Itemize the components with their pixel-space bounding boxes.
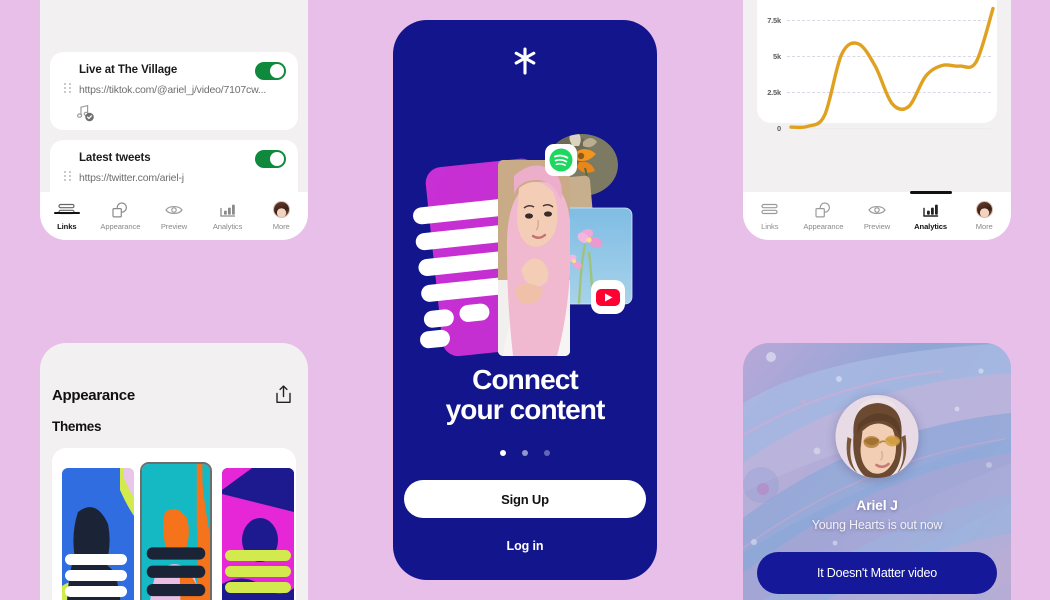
asterisk-logo-icon <box>512 46 538 76</box>
link-toggle[interactable] <box>255 150 286 168</box>
bar-chart-icon <box>922 201 939 218</box>
carousel-dot[interactable] <box>522 450 528 456</box>
clicks-series-path <box>789 6 995 130</box>
page-title: Appearance <box>52 387 135 404</box>
onboarding-phone-panel: Connect your content Sign Up Log in <box>393 20 657 580</box>
tab-more[interactable]: More <box>254 192 308 231</box>
hero-illustration <box>393 80 657 360</box>
sign-up-button[interactable]: Sign Up <box>404 480 646 518</box>
tab-analytics[interactable]: Analytics <box>201 192 255 231</box>
tab-label: Preview <box>160 222 188 231</box>
log-in-link[interactable]: Log in <box>393 539 657 553</box>
carousel-dots[interactable] <box>500 450 550 456</box>
avatar <box>835 395 919 478</box>
spotify-badge <box>545 144 577 176</box>
youtube-badge <box>591 280 625 314</box>
profile-tagline: Young Hearts is out now <box>811 518 943 532</box>
carousel-dot-active[interactable] <box>500 450 506 456</box>
appearance-phone-panel: Appearance Themes <box>40 343 308 600</box>
link-url: https://twitter.com/ariel-j <box>79 172 184 184</box>
tab-label: Appearance <box>803 222 844 231</box>
appearance-icon <box>815 201 832 218</box>
tab-appearance[interactable]: Appearance <box>797 192 851 231</box>
headline-line-2: your content <box>445 394 606 426</box>
link-card[interactable]: Live at The Village https://tiktok.com/@… <box>50 52 298 130</box>
share-icon[interactable] <box>275 385 292 404</box>
links-icon <box>761 201 778 218</box>
theme-option-selected[interactable] <box>140 462 212 600</box>
link-toggle[interactable] <box>255 62 286 80</box>
themes-card <box>52 448 296 600</box>
page-title: Connect your content <box>393 364 657 426</box>
active-tab-indicator <box>53 212 80 214</box>
avatar-icon <box>272 201 290 218</box>
link-title: Latest tweets <box>79 152 151 164</box>
tab-links[interactable]: Links <box>743 192 797 231</box>
appearance-icon <box>112 201 129 218</box>
tab-preview[interactable]: Preview <box>147 192 201 231</box>
section-heading: Themes <box>52 419 102 434</box>
bar-chart-icon <box>219 201 236 218</box>
clicks-chart-card: 7.5k 5k 2.5k 0 Clicks <box>757 0 997 133</box>
bottom-tab-bar: Links Appearance Preview Analytics More <box>40 192 308 240</box>
tab-preview[interactable]: Preview <box>850 192 904 231</box>
theme-option[interactable] <box>222 468 294 600</box>
tab-label: Analytics <box>914 222 948 231</box>
tab-appearance[interactable]: Appearance <box>94 192 148 231</box>
profile-link-button[interactable]: It Doesn't Matter video <box>757 552 997 594</box>
tab-links[interactable]: Links <box>40 192 94 231</box>
tab-label: Links <box>57 222 77 231</box>
music-verified-icon[interactable] <box>76 104 97 122</box>
tab-label: More <box>975 222 993 231</box>
eye-icon <box>868 201 886 218</box>
tab-label: More <box>272 222 290 231</box>
link-title: Live at The Village <box>79 64 178 76</box>
profile-name: Ariel J <box>856 497 898 513</box>
links-icon <box>58 201 75 218</box>
drag-handle-icon[interactable] <box>64 171 71 182</box>
tab-label: Analytics <box>212 222 243 231</box>
bottom-tab-bar: Links Appearance Preview Analytics More <box>743 191 1011 240</box>
clicks-line-chart: 7.5k 5k 2.5k 0 Clicks <box>757 0 997 133</box>
tab-label: Preview <box>863 222 891 231</box>
tab-analytics[interactable]: Analytics <box>904 191 958 231</box>
eye-icon <box>165 201 183 218</box>
active-tab-indicator <box>909 191 952 194</box>
avatar-icon <box>975 201 993 218</box>
profile-phone-panel: Ariel J Young Hearts is out now It Doesn… <box>743 343 1011 600</box>
tab-label: Appearance <box>100 222 141 231</box>
carousel-dot[interactable] <box>544 450 550 456</box>
headline-line-1: Connect <box>472 364 579 395</box>
drag-handle-icon[interactable] <box>64 83 71 94</box>
link-url: https://tiktok.com/@ariel_j/video/7107cw… <box>79 84 267 96</box>
analytics-phone-panel: 7.5k 5k 2.5k 0 Clicks Links <box>743 0 1011 240</box>
links-phone-panel: https://ariel-j.creator-spring.com Live … <box>40 0 308 240</box>
theme-option[interactable] <box>62 468 134 600</box>
tab-more[interactable]: More <box>957 192 1011 231</box>
tab-label: Links <box>761 222 779 231</box>
